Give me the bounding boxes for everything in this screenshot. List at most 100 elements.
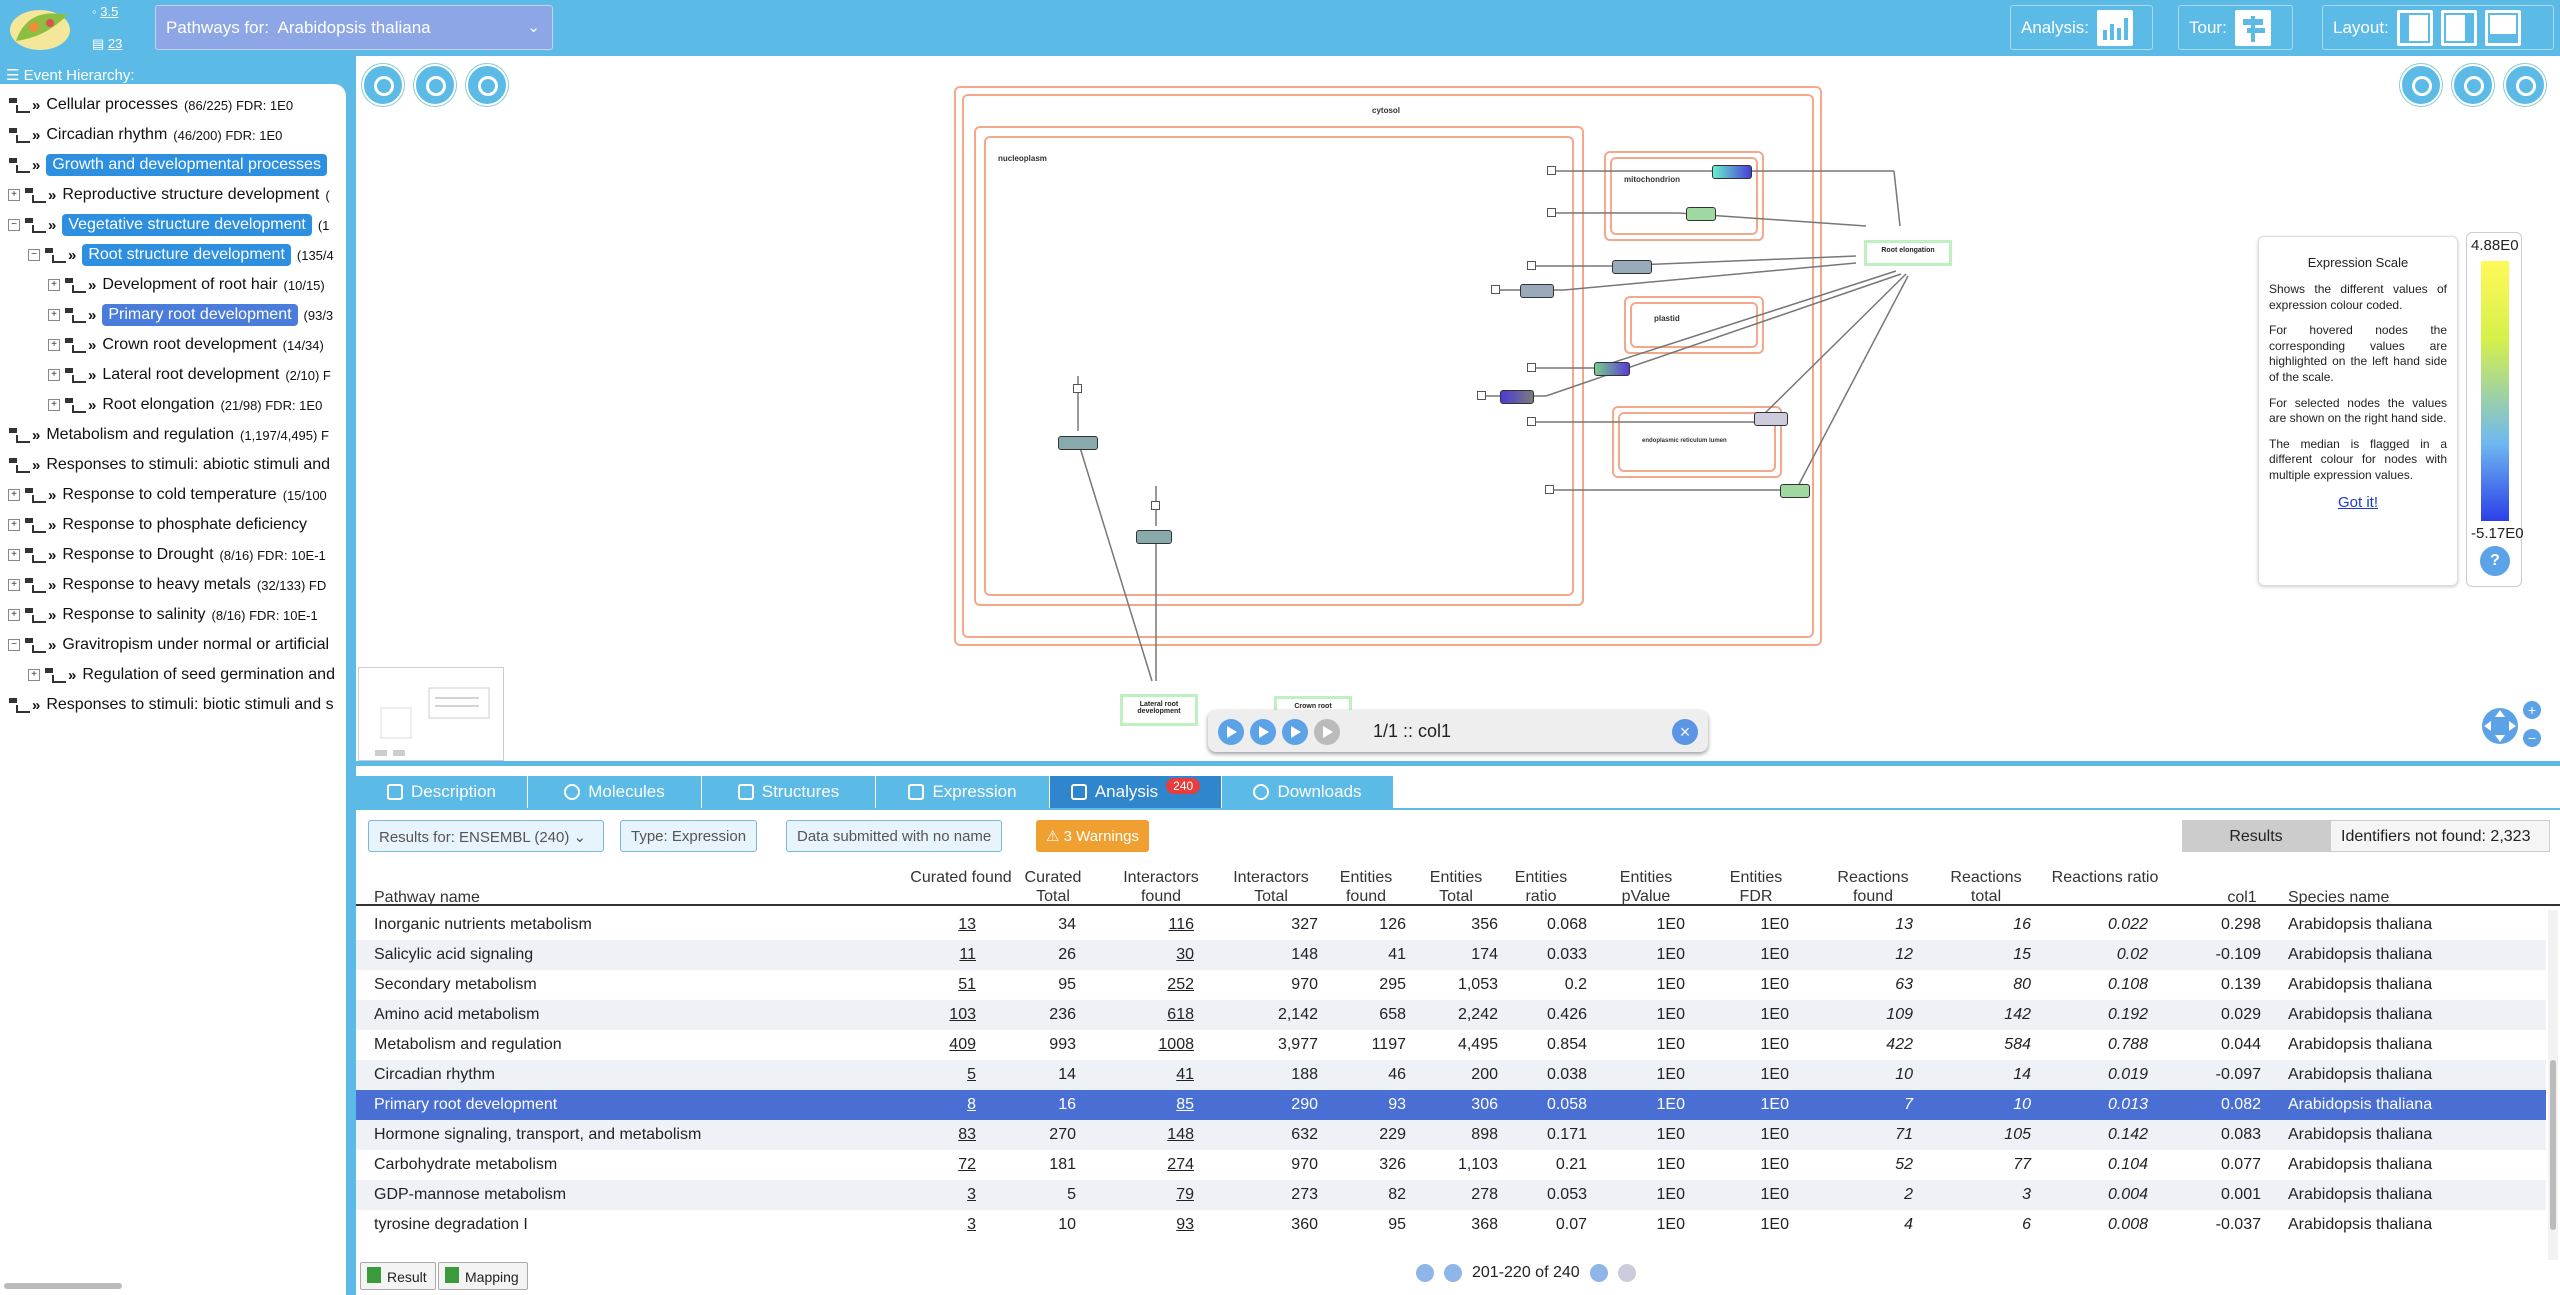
tree-item-crown-root[interactable]: + » Crown root development (14/34): [48, 332, 324, 358]
panel-splitter[interactable]: [356, 761, 2560, 766]
got-it-link[interactable]: Got it!: [2269, 494, 2447, 511]
data-name-button[interactable]: Data submitted with no name: [786, 820, 1003, 852]
table-row[interactable]: Primary root development 8 16 85 290 93 306 0.0…: [356, 1090, 2546, 1120]
pan-zoom-control[interactable]: + −: [2474, 696, 2544, 752]
last-page-icon[interactable]: [1617, 1264, 1636, 1282]
cell-curated-found[interactable]: 13: [958, 916, 976, 934]
warnings-button[interactable]: ⚠ 3 Warnings: [1036, 820, 1149, 852]
col-entities-pvalue[interactable]: Entities pValue: [1596, 868, 1696, 906]
table-row[interactable]: Secondary metabolism 51 95 252 970 295 1,053 0.…: [356, 970, 2546, 1000]
cell-interactors-found[interactable]: 85: [1176, 1096, 1194, 1114]
reaction-node[interactable]: [1491, 285, 1500, 294]
entity-node[interactable]: [1594, 362, 1630, 376]
type-filter-button[interactable]: Type: Expression: [620, 820, 758, 852]
collapse-icon[interactable]: −: [8, 639, 20, 651]
root-elongation-node[interactable]: Root elongation: [1864, 240, 1952, 266]
col-reactions-total[interactable]: Reactions total: [1936, 868, 2036, 906]
cell-interactors-found[interactable]: 93: [1176, 1216, 1194, 1234]
logo-icon[interactable]: [6, 3, 78, 53]
expand-icon[interactable]: +: [8, 489, 20, 501]
cell-curated-found[interactable]: 11: [959, 946, 976, 964]
species-select[interactable]: Pathways for: Arabidopsis thaliana ⌄: [155, 5, 553, 50]
col-reactions-found[interactable]: Reactions found: [1818, 868, 1928, 906]
expand-icon[interactable]: +: [48, 309, 60, 321]
collapse-icon[interactable]: −: [28, 249, 40, 261]
table-row[interactable]: Hormone signaling, transport, and metabo…: [356, 1120, 2546, 1150]
reaction-node[interactable]: [1545, 485, 1554, 494]
tree-item-metabolism[interactable]: » Metabolism and regulation (1,197/4,495) …: [8, 422, 329, 448]
cell-curated-found[interactable]: 72: [958, 1156, 976, 1174]
tree-item-root-hair[interactable]: + » Development of root hair (10/15): [48, 272, 325, 298]
play-button[interactable]: [1250, 719, 1276, 745]
tree-item-heavy-metals[interactable]: + » Response to heavy metals (32/133) FD: [8, 572, 326, 598]
close-icon[interactable]: ×: [1672, 719, 1698, 745]
reaction-node[interactable]: [1547, 208, 1556, 217]
tree-item-growth-developmental[interactable]: » Growth and developmental processes: [8, 152, 327, 178]
expand-icon[interactable]: +: [28, 669, 40, 681]
col-curated-total[interactable]: Curated Total: [1008, 868, 1098, 906]
tree-item-cold[interactable]: + » Response to cold temperature (15/100: [8, 482, 327, 508]
pathway-diagram[interactable]: cytosol nucleoplasm mitochondrion plasti…: [356, 56, 2560, 761]
collapse-icon[interactable]: −: [8, 219, 20, 231]
expand-icon[interactable]: +: [48, 399, 60, 411]
layout-left-icon[interactable]: [2396, 9, 2433, 46]
tree-item-vegetative[interactable]: − » Vegetative structure development (1: [8, 212, 329, 238]
tab-downloads[interactable]: Downloads: [1222, 776, 1394, 808]
tree-item-salinity[interactable]: + » Response to salinity (8/16) FDR: 10E-1: [8, 602, 318, 628]
col-col1[interactable]: col1: [2212, 888, 2272, 907]
tree-item-seed-germination[interactable]: + » Regulation of seed germination and: [28, 662, 335, 688]
cell-curated-found[interactable]: 3: [967, 1186, 976, 1204]
cell-interactors-found[interactable]: 1008: [1158, 1036, 1194, 1054]
tree-item-phosphate[interactable]: + » Response to phosphate deficiency: [8, 512, 307, 538]
table-row[interactable]: GDP-mannose metabolism 3 5 79 273 82 278 0.053 1…: [356, 1180, 2546, 1210]
layout-bottom-icon[interactable]: [2484, 9, 2521, 46]
tree-item-biotic[interactable]: » Responses to stimuli: biotic stimuli an…: [8, 692, 334, 718]
expand-icon[interactable]: +: [48, 279, 60, 291]
results-for-dropdown[interactable]: Results for: ENSEMBL (240) ⌄: [368, 820, 604, 852]
col-entities-fdr[interactable]: Entities FDR: [1716, 868, 1796, 906]
tab-analysis[interactable]: Analysis 240: [1050, 776, 1222, 808]
expand-icon[interactable]: +: [8, 189, 20, 201]
cell-curated-found[interactable]: 3: [967, 1216, 976, 1234]
analysis-button[interactable]: Analysis:: [2010, 5, 2153, 50]
first-page-icon[interactable]: [1416, 1264, 1434, 1282]
col-entities-found[interactable]: Entities found: [1326, 868, 1406, 906]
lateral-root-node[interactable]: Lateral root development: [1120, 694, 1198, 726]
reaction-node[interactable]: [1527, 417, 1536, 426]
entity-node[interactable]: [1058, 436, 1098, 450]
col-pathway-name[interactable]: Pathway name: [374, 888, 480, 907]
layout-button[interactable]: Layout:: [2322, 5, 2554, 50]
cell-interactors-found[interactable]: 79: [1176, 1186, 1194, 1204]
entity-node[interactable]: [1712, 165, 1752, 179]
tree-item-primary-root[interactable]: + » Primary root development (93/3: [48, 302, 333, 328]
entity-node[interactable]: [1136, 530, 1172, 544]
col-entities-ratio[interactable]: Entities ratio: [1506, 868, 1576, 906]
count-label[interactable]: 23: [108, 36, 122, 51]
cell-curated-found[interactable]: 83: [958, 1126, 976, 1144]
reaction-node[interactable]: [1477, 391, 1486, 400]
reaction-node[interactable]: [1073, 384, 1082, 393]
table-row[interactable]: Metabolism and regulation 409 993 1008 3,977…: [356, 1030, 2546, 1060]
cell-interactors-found[interactable]: 41: [1176, 1066, 1194, 1084]
table-row[interactable]: Carbohydrate metabolism 72 181 274 970 326 1,1…: [356, 1150, 2546, 1180]
tree-item-root-structure[interactable]: − » Root structure development (135/4: [28, 242, 334, 268]
version-label[interactable]: 3.5: [100, 4, 118, 19]
cell-curated-found[interactable]: 51: [958, 976, 976, 994]
version-info[interactable]: ◦ 3.5: [92, 4, 118, 19]
cell-curated-found[interactable]: 409: [949, 1036, 976, 1054]
cell-interactors-found[interactable]: 618: [1167, 1006, 1194, 1024]
entity-node[interactable]: [1754, 412, 1788, 426]
table-row[interactable]: Inorganic nutrients metabolism 13 34 116 327…: [356, 910, 2546, 940]
entity-node[interactable]: [1612, 260, 1652, 274]
cell-interactors-found[interactable]: 252: [1167, 976, 1194, 994]
table-row[interactable]: Salicylic acid signaling 11 26 30 148 41 174 0.…: [356, 940, 2546, 970]
tree-item-circadian-rhythm[interactable]: » Circadian rhythm (46/200) FDR: 1E0: [8, 122, 282, 148]
col-entities-total[interactable]: Entities Total: [1416, 868, 1496, 906]
vertical-scrollbar[interactable]: [2548, 910, 2558, 1260]
reaction-node[interactable]: [1547, 166, 1556, 175]
expand-icon[interactable]: +: [48, 339, 60, 351]
tree-item-cellular-processes[interactable]: » Cellular processes (86/225) FDR: 1E0: [8, 92, 293, 118]
tour-button[interactable]: Tour:: [2178, 5, 2293, 50]
results-toggle[interactable]: Results: [2182, 820, 2330, 852]
result-button[interactable]: Result: [360, 1262, 436, 1290]
